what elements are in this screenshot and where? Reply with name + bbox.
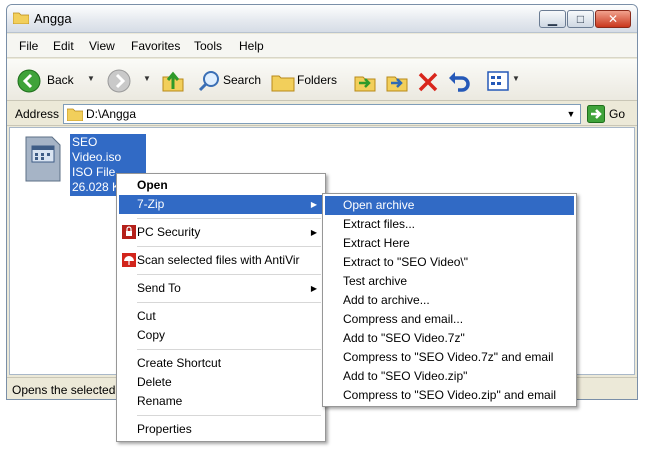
menu-separator xyxy=(137,246,321,247)
menu-view[interactable]: View xyxy=(89,39,115,53)
minimize-button[interactable]: ▁ xyxy=(539,10,566,28)
toolbar: Back ▼ ▼ Search Folders ▼ xyxy=(7,59,637,101)
delete-icon[interactable] xyxy=(417,71,439,93)
menu-send-to[interactable]: Send To ▶ xyxy=(119,279,323,298)
menu-antivir-label: Scan selected files with AntiVir xyxy=(137,253,300,267)
forward-dropdown-icon[interactable]: ▼ xyxy=(143,74,151,83)
window-title: Angga xyxy=(34,11,72,26)
menu-7zip[interactable]: 7-Zip ▶ xyxy=(119,195,323,214)
menu-copy[interactable]: Copy xyxy=(119,326,323,345)
title-bar[interactable]: Angga ▁ □ ✕ xyxy=(7,5,637,33)
views-icon[interactable] xyxy=(487,71,509,91)
menu-help[interactable]: Help xyxy=(239,39,264,53)
address-field[interactable]: D:\Angga ▼ xyxy=(63,104,581,124)
lock-icon xyxy=(122,225,136,239)
search-icon[interactable] xyxy=(197,69,221,93)
undo-icon[interactable] xyxy=(447,69,471,93)
menu-antivir[interactable]: Scan selected files with AntiVir xyxy=(119,251,323,270)
address-path: D:\Angga xyxy=(86,107,137,121)
back-arrow-icon[interactable] xyxy=(17,69,41,93)
search-button-label[interactable]: Search xyxy=(223,73,261,87)
address-bar: Address D:\Angga ▼ Go xyxy=(7,102,637,126)
menu-open[interactable]: Open xyxy=(119,176,323,195)
move-to-icon[interactable] xyxy=(353,69,377,93)
menu-separator xyxy=(137,415,321,416)
submenu-arrow-icon: ▶ xyxy=(310,200,317,209)
minimize-icon: ▁ xyxy=(547,12,558,26)
go-arrow-icon[interactable] xyxy=(587,105,605,123)
submenu-compress-7z-email[interactable]: Compress to "SEO Video.7z" and email xyxy=(325,348,574,367)
menu-pc-security-label: PC Security xyxy=(137,225,201,239)
maximize-icon: □ xyxy=(576,12,585,26)
seven-zip-submenu: Open archive Extract files... Extract He… xyxy=(322,193,577,407)
menu-create-shortcut[interactable]: Create Shortcut xyxy=(119,354,323,373)
menu-rename[interactable]: Rename xyxy=(119,392,323,411)
forward-arrow-icon[interactable] xyxy=(107,69,131,93)
address-label: Address xyxy=(15,107,60,121)
file-name: SEO Video.iso xyxy=(72,135,122,164)
menu-separator xyxy=(137,349,321,350)
views-dropdown-icon[interactable]: ▼ xyxy=(512,74,520,83)
copy-to-icon[interactable] xyxy=(385,69,409,93)
menu-separator xyxy=(137,302,321,303)
menu-7zip-label: 7-Zip xyxy=(137,197,165,211)
menu-tools[interactable]: Tools xyxy=(194,39,222,53)
status-text: Opens the selected xyxy=(12,383,116,397)
folders-button-label[interactable]: Folders xyxy=(297,73,337,87)
folders-icon[interactable] xyxy=(271,70,295,92)
submenu-arrow-icon: ▶ xyxy=(310,284,317,293)
folder-icon xyxy=(67,108,83,121)
up-folder-icon[interactable] xyxy=(161,69,185,93)
menu-send-to-label: Send To xyxy=(137,281,181,295)
submenu-open-archive[interactable]: Open archive xyxy=(325,196,574,215)
submenu-test-archive[interactable]: Test archive xyxy=(325,272,574,291)
back-dropdown-icon[interactable]: ▼ xyxy=(87,74,95,83)
back-button-label[interactable]: Back xyxy=(47,73,74,87)
submenu-add-to-archive[interactable]: Add to archive... xyxy=(325,291,574,310)
menu-cut[interactable]: Cut xyxy=(119,307,323,326)
menu-pc-security[interactable]: PC Security ▶ xyxy=(119,223,323,242)
submenu-compress-zip-email[interactable]: Compress to "SEO Video.zip" and email xyxy=(325,386,574,405)
close-icon: ✕ xyxy=(607,12,619,26)
go-button-label[interactable]: Go xyxy=(609,107,625,121)
context-menu: Open 7-Zip ▶ PC Security ▶ Scan selected… xyxy=(116,173,326,442)
submenu-add-to-7z[interactable]: Add to "SEO Video.7z" xyxy=(325,329,574,348)
antivir-umbrella-icon xyxy=(122,253,136,267)
close-button[interactable]: ✕ xyxy=(595,10,631,28)
maximize-button[interactable]: □ xyxy=(567,10,594,28)
submenu-extract-here[interactable]: Extract Here xyxy=(325,234,574,253)
submenu-extract-files[interactable]: Extract files... xyxy=(325,215,574,234)
submenu-extract-to[interactable]: Extract to "SEO Video\" xyxy=(325,253,574,272)
menu-file[interactable]: File xyxy=(19,39,38,53)
submenu-arrow-icon: ▶ xyxy=(310,228,317,237)
address-dropdown-icon[interactable]: ▼ xyxy=(564,105,578,123)
menu-favorites[interactable]: Favorites xyxy=(131,39,180,53)
menu-separator xyxy=(137,218,321,219)
menu-properties[interactable]: Properties xyxy=(119,420,323,439)
submenu-compress-email[interactable]: Compress and email... xyxy=(325,310,574,329)
menu-edit[interactable]: Edit xyxy=(53,39,74,53)
menu-bar: File Edit View Favorites Tools Help xyxy=(7,34,637,58)
folder-icon xyxy=(13,12,29,24)
menu-separator xyxy=(137,274,321,275)
iso-file-icon[interactable] xyxy=(24,136,62,182)
menu-delete[interactable]: Delete xyxy=(119,373,323,392)
submenu-add-to-zip[interactable]: Add to "SEO Video.zip" xyxy=(325,367,574,386)
